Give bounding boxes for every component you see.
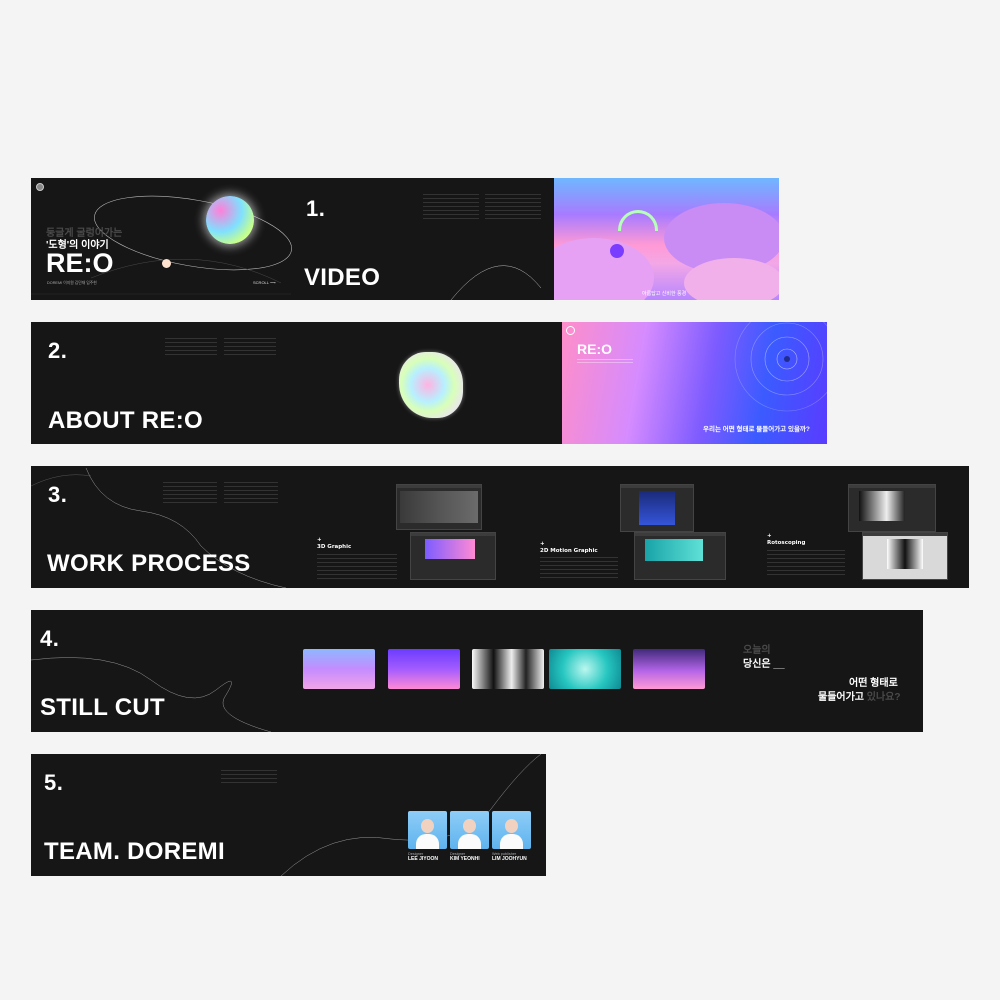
hero-title: RE:O xyxy=(46,248,114,278)
about-strip: 2. ABOUT RE:O RE:O 우리는 어떤 형태로 물들어가고 있을까? xyxy=(31,322,827,444)
process-item-3-label: Rotoscoping xyxy=(767,540,806,546)
avatar-body xyxy=(416,834,439,849)
about-desc-b xyxy=(224,338,276,358)
avatar xyxy=(463,819,476,833)
section-5-number: 5. xyxy=(44,770,64,795)
still-image-4[interactable] xyxy=(549,649,621,689)
screenshot-roto-a[interactable] xyxy=(848,484,936,532)
glass-shape xyxy=(399,352,463,418)
member-1-name: LEE JIYOON xyxy=(408,856,439,862)
member-2-name: KIM YEONHI xyxy=(450,856,480,862)
about-desc-a xyxy=(165,338,217,358)
process-item-1-marker: + xyxy=(317,537,322,543)
video-desc-a xyxy=(423,194,479,220)
process-item-2-label: 2D Motion Graphic xyxy=(540,548,598,554)
avatar xyxy=(421,819,434,833)
screenshot-2d-a[interactable] xyxy=(620,484,694,532)
still-line-3: 어떤 형태로 xyxy=(849,678,898,689)
process-desc-b xyxy=(224,482,278,504)
process-item-3-desc xyxy=(767,550,845,578)
team-desc xyxy=(221,770,277,784)
gradient-sphere xyxy=(206,196,254,244)
still-line-4-accent: 있나요? xyxy=(866,692,901,703)
section-1-number: 1. xyxy=(306,196,326,221)
video-caption: 아름답고 신비한 풍경 xyxy=(642,291,687,297)
screenshot-3d-a[interactable] xyxy=(396,484,482,530)
member-photo-2[interactable] xyxy=(450,811,489,849)
process-item-2-marker: + xyxy=(540,541,545,547)
member-photo-1[interactable] xyxy=(408,811,447,849)
hill-shape xyxy=(684,258,779,300)
section-1-title: VIDEO xyxy=(304,264,381,291)
still-image-3[interactable] xyxy=(472,649,544,689)
still-line-4-main: 물들어가고 xyxy=(818,692,867,703)
process-strip: 3. WORK PROCESS + 3D Graphic + 2D Motion… xyxy=(31,466,969,588)
still-image-5[interactable] xyxy=(633,649,705,689)
team-strip: 5. TEAM. DOREMI Designer LEE JIYOON Desi… xyxy=(31,754,546,876)
process-item-2-desc xyxy=(540,557,618,581)
logo-icon[interactable] xyxy=(36,183,44,191)
section-3-number: 3. xyxy=(48,482,68,507)
screenshot-3d-b[interactable] xyxy=(410,532,496,580)
section-2-number: 2. xyxy=(48,338,68,363)
hill-shape xyxy=(554,238,654,300)
still-line-2: 당신은 __ xyxy=(743,659,785,670)
process-item-3-marker: + xyxy=(767,533,772,539)
member-photo-3[interactable] xyxy=(492,811,531,849)
process-desc-a xyxy=(163,482,217,504)
about-panel: RE:O 우리는 어떤 형태로 물들어가고 있을까? xyxy=(562,322,827,444)
member-3-name: LIM JOOHYUN xyxy=(492,856,527,862)
avatar-body xyxy=(500,834,523,849)
still-line-4: 물들어가고 있나요? xyxy=(818,688,901,703)
section-3-title: WORK PROCESS xyxy=(47,550,251,577)
section-2-title: ABOUT RE:O xyxy=(48,407,203,434)
small-sphere xyxy=(162,259,171,268)
still-line-1: 오늘의 xyxy=(743,645,771,656)
process-item-1-desc xyxy=(317,554,397,580)
still-strip: 4. STILL CUT 오늘의 당신은 __ 어떤 형태로 물들어가고 있나요… xyxy=(31,610,923,732)
screenshot-2d-b[interactable] xyxy=(634,532,726,580)
video-desc-b xyxy=(485,194,541,220)
still-image-1[interactable] xyxy=(303,649,375,689)
avatar-body xyxy=(458,834,481,849)
section-4-title: STILL CUT xyxy=(40,694,165,721)
section-4-number: 4. xyxy=(40,626,60,651)
still-image-2[interactable] xyxy=(388,649,460,689)
about-question: 우리는 어떤 형태로 물들어가고 있을까? xyxy=(703,426,810,433)
rainbow-arch xyxy=(618,210,658,231)
section-5-title: TEAM. DOREMI xyxy=(44,838,225,865)
hero-byline: DOREMI 이지원 김민재 임주현 xyxy=(47,281,97,285)
process-item-1-label: 3D Graphic xyxy=(317,544,352,550)
tree-shape xyxy=(610,244,624,258)
video-preview[interactable]: 아름답고 신비한 풍경 xyxy=(554,178,779,300)
avatar xyxy=(505,819,518,833)
hero-strip: 둥글게 굴렁이가는 '도형'의 이야기 RE:O DOREMI 이지원 김민재 … xyxy=(31,178,779,300)
scroll-link[interactable]: SCROLL ⟶ xyxy=(253,280,276,285)
screenshot-roto-b[interactable] xyxy=(862,532,948,580)
